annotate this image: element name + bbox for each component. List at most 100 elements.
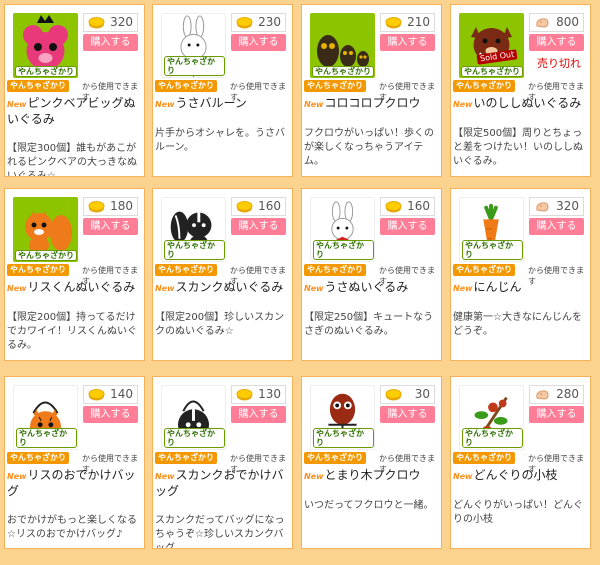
item-name[interactable]: Newスカンクおでかけバッグ bbox=[155, 468, 291, 499]
buy-button[interactable]: 購入する bbox=[83, 218, 138, 235]
new-badge: New bbox=[304, 284, 324, 293]
item-name-text: うさバルーン bbox=[175, 96, 247, 110]
usage-tag: やんちゃざかり から使用できます bbox=[154, 451, 292, 474]
item-name-text: コロコロフクロウ bbox=[324, 96, 421, 110]
item-name[interactable]: Newうさぬいぐるみ bbox=[304, 280, 440, 296]
usage-tag-label: やんちゃざかり bbox=[7, 264, 69, 276]
item-thumbnail[interactable]: やんちゃざかり bbox=[310, 13, 375, 78]
buy-button[interactable]: 購入する bbox=[231, 218, 286, 235]
item-thumbnail[interactable]: やんちゃざかり bbox=[13, 13, 78, 78]
usage-tag-label: やんちゃざかり bbox=[155, 80, 217, 92]
price-box: 280 bbox=[529, 385, 584, 404]
brand-badge: やんちゃざかり bbox=[15, 66, 77, 77]
usage-tag: やんちゃざかり から使用できます bbox=[303, 451, 441, 474]
buy-button[interactable]: 購入する bbox=[529, 406, 584, 423]
price-box: 320 bbox=[83, 13, 138, 32]
price-value: 160 bbox=[258, 199, 281, 213]
usage-tag-label: やんちゃざかり bbox=[155, 452, 217, 464]
brand-badge: やんちゃざかり bbox=[164, 56, 225, 76]
item-card: やんちゃざかり 180 購入する やんちゃざかり から使用できます Newリスくんぬいぐる… bbox=[4, 188, 145, 361]
item-thumbnail[interactable]: やんちゃざかり bbox=[459, 197, 524, 262]
price-value: 30 bbox=[414, 387, 430, 401]
item-description: いつだってフクロウと一緒。 bbox=[304, 500, 434, 511]
brand-badge: やんちゃざかり bbox=[164, 428, 225, 448]
item-description: 片手からオシャレを。うさバルーン。 bbox=[155, 128, 285, 153]
price-box: 230 bbox=[231, 13, 286, 32]
price-value: 230 bbox=[258, 15, 281, 29]
item-name[interactable]: Newどんぐりの小枝 bbox=[453, 468, 589, 484]
price-value: 130 bbox=[258, 387, 281, 401]
item-description: おでかけがもっと楽しくなる☆リスのおでかけバッグ♪ bbox=[7, 515, 137, 540]
price-box: 130 bbox=[231, 385, 286, 404]
new-badge: New bbox=[453, 284, 473, 293]
price-box: 140 bbox=[83, 385, 138, 404]
buy-button[interactable]: 購入する bbox=[529, 218, 584, 235]
sold-out-label: 売り切れ bbox=[537, 57, 581, 70]
item-card: やんちゃざかり 280 購入するやんちゃざかり から使用できます Newどんぐりの小枝ど… bbox=[450, 376, 591, 549]
item-name[interactable]: Newリスのおでかけバッグ bbox=[7, 468, 143, 499]
item-grid: やんちゃざかり 320 購入する やんちゃざかり から使用できます Newピンクベアビッグ… bbox=[0, 0, 600, 565]
buy-button[interactable]: 購入する bbox=[231, 406, 286, 423]
item-card: やんちゃざかり 320 購入する やんちゃざかり から使用できます Newピンクベアビッグ… bbox=[4, 4, 145, 177]
item-name[interactable]: Newにんじん bbox=[453, 280, 589, 296]
price-box: 320 bbox=[529, 197, 584, 216]
item-name-text: うさぬいぐるみ bbox=[324, 280, 409, 294]
buy-button[interactable]: 購入する bbox=[380, 34, 435, 51]
usage-tag-label: やんちゃざかり bbox=[453, 264, 515, 276]
item-thumbnail[interactable]: やんちゃざかり Sold Out bbox=[459, 13, 524, 78]
item-description: どんぐりがいっぱい！どんぐりの小枝 bbox=[453, 500, 583, 525]
item-description: 【限定500個】周りとちょっと差をつけたい！いのししぬいぐるみ。 bbox=[453, 128, 583, 167]
item-name[interactable]: Newコロコロフクロウ bbox=[304, 96, 440, 112]
item-description: 健康第一☆大きなにんじんをどうぞ。 bbox=[453, 312, 582, 337]
brand-badge: やんちゃざかり bbox=[461, 66, 523, 77]
buy-button[interactable]: 購入する bbox=[83, 34, 138, 51]
usage-tag: やんちゃざかり から使用できます bbox=[303, 79, 441, 102]
item-name[interactable]: Newピンクベアビッグぬいぐるみ bbox=[7, 96, 143, 127]
item-thumbnail[interactable]: やんちゃざかり bbox=[161, 197, 226, 262]
item-card: やんちゃざかり 320 購入する やんちゃざかり から使用できます Newにんじん 健康第一… bbox=[450, 188, 591, 361]
price-value: 160 bbox=[407, 199, 430, 213]
usage-tag: やんちゃざかり から使用できます bbox=[452, 451, 590, 474]
brand-badge: やんちゃざかり bbox=[312, 66, 374, 77]
item-description: スカンクだってバッグになっちゃうぞ☆珍しいスカンクバッグ。 bbox=[155, 515, 285, 549]
buy-button[interactable]: 購入する bbox=[231, 34, 286, 51]
item-name[interactable]: Newスカンクぬいぐるみ bbox=[155, 280, 291, 296]
brand-badge: やんちゃざかり bbox=[313, 240, 374, 260]
usage-tag-label: やんちゃざかり bbox=[453, 80, 515, 92]
item-name[interactable]: Newリスくんぬいぐるみ bbox=[7, 280, 143, 296]
usage-tag-label: やんちゃざかり bbox=[453, 452, 515, 464]
new-badge: New bbox=[453, 100, 473, 109]
item-card: やんちゃざかり 130 購入するやんちゃざかり から使用できます Newスカンクおでかけ… bbox=[152, 376, 293, 549]
item-name[interactable]: Newうさバルーン bbox=[155, 96, 291, 112]
item-card: やんちゃざかり 210 購入する やんちゃざかり から使用できます Newコロコロフクロウ… bbox=[301, 4, 442, 177]
item-description: フクロウがいっぱい！歩くのが楽しくなっちゃうアイテム。 bbox=[304, 128, 434, 167]
item-thumbnail[interactable]: やんちゃざかり bbox=[459, 385, 524, 450]
usage-tag: やんちゃざかり から使用できます bbox=[6, 451, 144, 474]
item-description: 【限定300個】誰もがあこがれるピンクベアの大っきなぬいぐるみ☆ bbox=[7, 143, 137, 177]
item-card: やんちゃざかり 160 購入する やんちゃざかり から使用できます Newうさぬいぐるみ【… bbox=[301, 188, 442, 361]
item-thumbnail[interactable]: やんちゃざかり bbox=[161, 385, 226, 450]
usage-tag-label: やんちゃざかり bbox=[7, 80, 69, 92]
item-name[interactable]: Newいのししぬいぐるみ bbox=[453, 96, 589, 112]
price-value: 280 bbox=[556, 387, 579, 401]
price-box: 180 bbox=[83, 197, 138, 216]
buy-button[interactable]: 購入する bbox=[83, 406, 138, 423]
new-badge: New bbox=[453, 472, 473, 481]
item-thumbnail[interactable]: やんちゃざかり bbox=[310, 197, 375, 262]
price-value: 800 bbox=[556, 15, 579, 29]
usage-tag: やんちゃざかり から使用できます bbox=[452, 79, 590, 102]
buy-button[interactable]: 購入する bbox=[380, 406, 435, 423]
price-value: 180 bbox=[110, 199, 133, 213]
item-thumbnail[interactable]: やんちゃざかり bbox=[13, 385, 78, 450]
price-box: 160 bbox=[380, 197, 435, 216]
item-name[interactable]: Newとまり木フクロウ bbox=[304, 468, 440, 484]
usage-tag-label: やんちゃざかり bbox=[155, 264, 217, 276]
item-thumbnail[interactable]: やんちゃざかり bbox=[13, 197, 78, 262]
price-value: 320 bbox=[110, 15, 133, 29]
buy-button[interactable]: 購入する bbox=[529, 34, 584, 51]
buy-button[interactable]: 購入する bbox=[380, 218, 435, 235]
new-badge: New bbox=[304, 472, 324, 481]
item-thumbnail[interactable]: やんちゃざかり bbox=[161, 13, 226, 78]
item-thumbnail[interactable]: やんちゃざかり bbox=[310, 385, 375, 450]
item-card: やんちゃざかり 140 購入するやんちゃざかり から使用できます Newリスのおでかけバ… bbox=[4, 376, 145, 549]
